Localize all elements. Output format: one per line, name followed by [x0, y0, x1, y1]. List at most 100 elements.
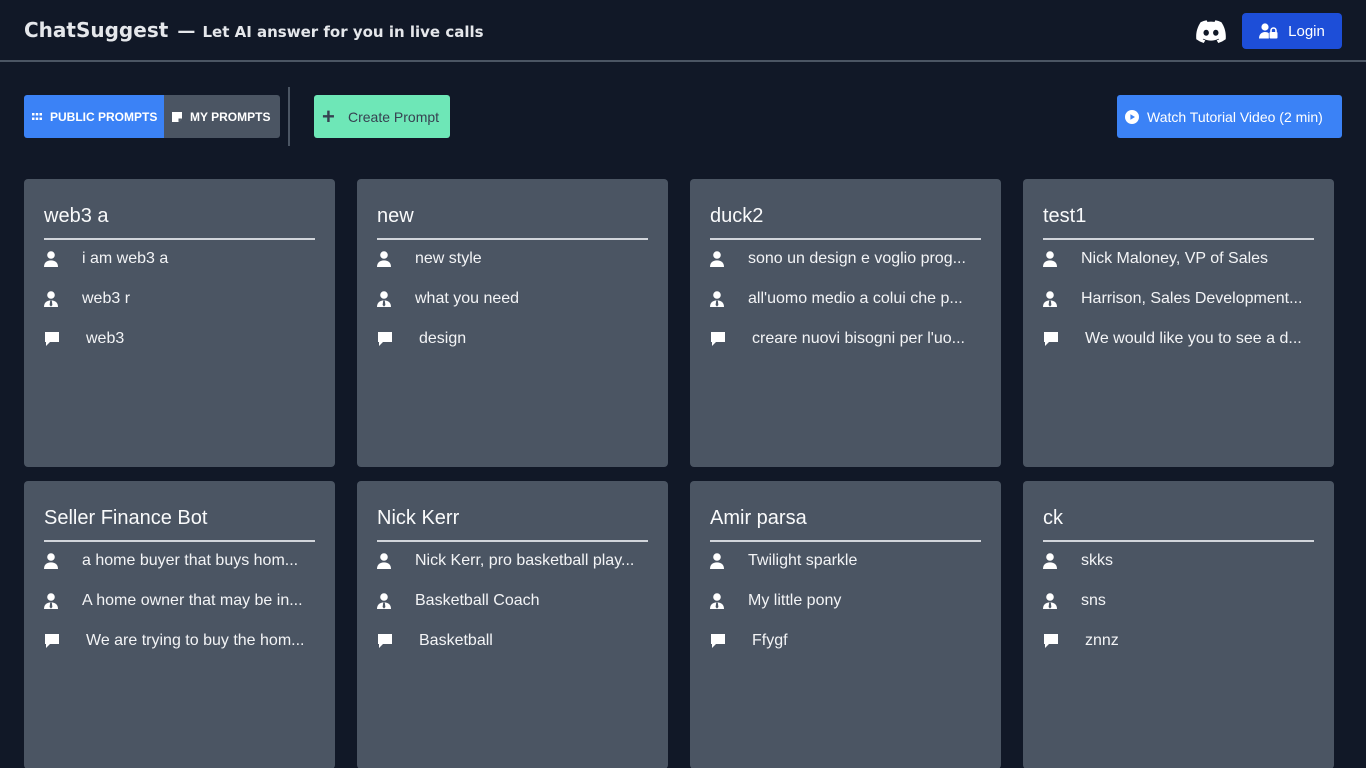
card-topic-text: Ffygf [752, 632, 788, 649]
prompt-card[interactable]: Nick Kerr Nick Kerr, pro basketball play… [357, 481, 668, 768]
create-prompt-label: Create Prompt [348, 108, 440, 125]
card-topic-row: creare nuovi bisogni per l'uo... [710, 329, 981, 349]
brand: ChatSuggest — Let AI answer for you in l… [24, 18, 484, 42]
play-circle-icon [1125, 109, 1139, 124]
comment-icon [378, 634, 392, 648]
user-tie-icon [44, 593, 58, 609]
brand-name: ChatSuggest [24, 18, 169, 42]
create-prompt-button[interactable]: + Create Prompt [314, 95, 450, 138]
card-divider [44, 238, 315, 240]
card-you-row: Twilight sparkle [710, 551, 981, 571]
card-title: Amir parsa [710, 507, 807, 529]
card-divider [377, 238, 648, 240]
card-title: test1 [1043, 205, 1087, 227]
user-tie-icon [1043, 291, 1057, 307]
brand-tagline: Let AI answer for you in live calls [202, 23, 484, 41]
user-icon [44, 251, 58, 267]
card-topic-text: Basketball [419, 632, 493, 649]
card-you-row: sono un design e voglio prog... [710, 249, 981, 269]
tab-my-prompts[interactable]: MY PROMPTS [164, 95, 280, 138]
card-other-row: Harrison, Sales Development... [1043, 289, 1314, 309]
plus-icon: + [322, 103, 335, 129]
user-icon [1043, 553, 1057, 569]
card-you-text: Nick Kerr, pro basketball play... [415, 552, 635, 569]
comment-icon [1044, 634, 1058, 648]
card-other-row: A home owner that may be in... [44, 591, 315, 611]
card-other-row: web3 r [44, 289, 315, 309]
comment-icon [711, 634, 725, 648]
card-topic-row: web3 [44, 329, 315, 349]
user-icon [377, 553, 391, 569]
card-topic-row: We would like you to see a d... [1043, 329, 1314, 349]
card-topic-row: znnz [1043, 631, 1314, 651]
comment-icon [1044, 332, 1058, 346]
card-other-text: all'uomo medio a colui che p... [748, 290, 963, 307]
card-topic-row: Ffygf [710, 631, 981, 651]
user-tie-icon [710, 291, 724, 307]
card-topic-text: web3 [86, 330, 125, 347]
card-divider [44, 540, 315, 542]
card-other-text: web3 r [82, 290, 131, 307]
comment-icon [378, 332, 392, 346]
user-icon [710, 251, 724, 267]
card-you-row: a home buyer that buys hom... [44, 551, 315, 571]
card-title: Nick Kerr [377, 507, 460, 529]
prompt-card[interactable]: ck skks sns znnz [1023, 481, 1334, 768]
card-you-text: sono un design e voglio prog... [748, 250, 966, 267]
prompt-card[interactable]: Seller Finance Bot a home buyer that buy… [24, 481, 335, 768]
prompt-card[interactable]: web3 a i am web3 a web3 r web3 [24, 179, 335, 467]
card-title: Seller Finance Bot [44, 507, 208, 529]
card-you-text: Nick Maloney, VP of Sales [1081, 250, 1269, 267]
card-you-row: Nick Maloney, VP of Sales [1043, 249, 1314, 269]
prompt-card[interactable]: test1 Nick Maloney, VP of Sales Harrison… [1023, 179, 1334, 467]
card-topic-row: design [377, 329, 648, 349]
login-button[interactable]: Login [1242, 13, 1342, 49]
top-header: ChatSuggest — Let AI answer for you in l… [0, 0, 1366, 62]
prompt-card[interactable]: new new style what you need design [357, 179, 668, 467]
card-topic-row: Basketball [377, 631, 648, 651]
card-title: duck2 [710, 205, 764, 227]
card-other-text: sns [1081, 592, 1106, 609]
card-topic-text: design [419, 330, 467, 347]
user-tie-icon [377, 291, 391, 307]
card-topic-text: znnz [1085, 632, 1119, 649]
comment-icon [45, 634, 59, 648]
card-other-text: Basketball Coach [415, 592, 540, 609]
card-you-text: Twilight sparkle [748, 552, 858, 569]
card-other-text: A home owner that may be in... [82, 592, 303, 609]
brand-dash: — [177, 21, 196, 42]
discord-icon[interactable] [1196, 19, 1226, 45]
card-you-text: skks [1081, 552, 1113, 569]
comment-icon [45, 332, 59, 346]
card-title: web3 a [44, 205, 109, 227]
note-icon [172, 111, 182, 122]
user-tie-icon [1043, 593, 1057, 609]
card-divider [1043, 540, 1314, 542]
card-other-row: all'uomo medio a colui che p... [710, 289, 981, 309]
user-tie-icon [710, 593, 724, 609]
card-you-text: new style [415, 250, 482, 267]
comment-icon [711, 332, 725, 346]
prompt-tabs: PUBLIC PROMPTS MY PROMPTS [24, 95, 280, 138]
card-topic-text: We are trying to buy the hom... [86, 632, 305, 649]
prompt-card[interactable]: duck2 sono un design e voglio prog... al… [690, 179, 1001, 467]
toolbar-divider [288, 87, 290, 146]
card-you-row: new style [377, 249, 648, 269]
prompt-card[interactable]: Amir parsa Twilight sparkle My little po… [690, 481, 1001, 768]
card-you-row: i am web3 a [44, 249, 315, 269]
card-title: ck [1043, 507, 1063, 529]
card-title: new [377, 205, 414, 227]
card-divider [710, 238, 981, 240]
watch-tutorial-button[interactable]: Watch Tutorial Video (2 min) [1117, 95, 1342, 138]
card-other-text: My little pony [748, 592, 842, 609]
user-icon [710, 553, 724, 569]
user-tie-icon [44, 291, 58, 307]
tutorial-label: Watch Tutorial Video (2 min) [1147, 108, 1323, 125]
card-topic-text: We would like you to see a d... [1085, 330, 1302, 347]
card-you-text: i am web3 a [82, 250, 169, 267]
user-tie-icon [377, 593, 391, 609]
tab-public-prompts[interactable]: PUBLIC PROMPTS [24, 95, 164, 138]
card-other-text: Harrison, Sales Development... [1081, 290, 1303, 307]
card-divider [1043, 238, 1314, 240]
user-icon [377, 251, 391, 267]
